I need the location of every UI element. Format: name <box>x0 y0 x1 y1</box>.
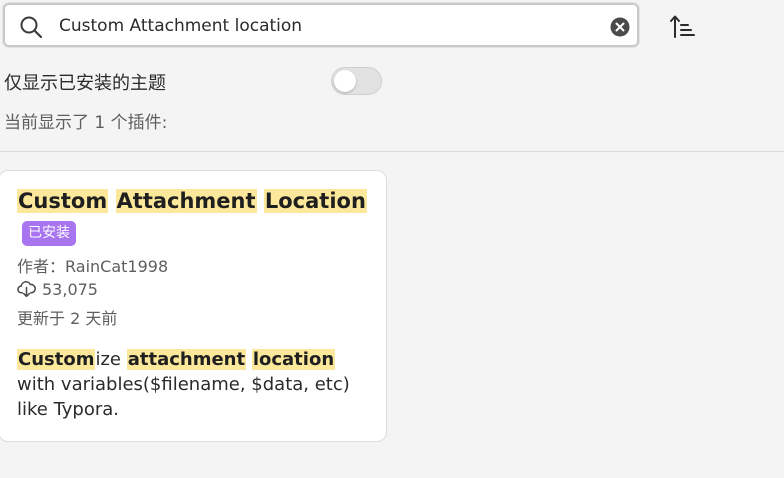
desc-text: ize <box>95 349 127 370</box>
desc-highlight: attachment <box>126 349 247 370</box>
divider <box>0 151 784 152</box>
plugin-downloads: 53,075 <box>17 279 98 299</box>
title-word-highlight: Attachment <box>115 189 257 213</box>
desc-text: with variables($filename, $data, etc) li… <box>17 374 350 420</box>
installed-only-toggle[interactable] <box>331 67 382 95</box>
plugin-updated: 更新于 2 天前 <box>17 309 118 328</box>
search-input[interactable] <box>59 13 599 39</box>
desc-highlight: Custom <box>17 349 96 370</box>
desc-highlight: location <box>251 349 336 370</box>
sort-icon[interactable] <box>669 13 697 41</box>
plugin-card[interactable]: Custom Attachment Location 已安装 作者：RainCa… <box>0 170 387 442</box>
installed-only-label: 仅显示已安装的主题 <box>4 73 166 94</box>
desc-text <box>246 349 252 370</box>
downloads-count: 53,075 <box>42 280 98 299</box>
title-word-highlight: Location <box>263 189 367 213</box>
toggle-knob <box>334 70 356 92</box>
plugin-description: Customize attachment location with varia… <box>17 347 367 422</box>
plugin-title: Custom Attachment Location <box>17 189 367 213</box>
plugin-browser: 仅显示已安装的主题 当前显示了 1 个插件: Custom Attachment… <box>0 0 784 478</box>
results-count: 当前显示了 1 个插件: <box>4 113 168 133</box>
search-icon <box>20 16 43 39</box>
download-icon <box>17 281 36 298</box>
title-word-highlight: Custom <box>17 189 109 213</box>
search-bar[interactable] <box>3 3 639 47</box>
clear-icon[interactable] <box>610 17 630 37</box>
plugin-author: 作者：RainCat1998 <box>17 257 169 276</box>
installed-badge: 已安装 <box>22 221 76 246</box>
